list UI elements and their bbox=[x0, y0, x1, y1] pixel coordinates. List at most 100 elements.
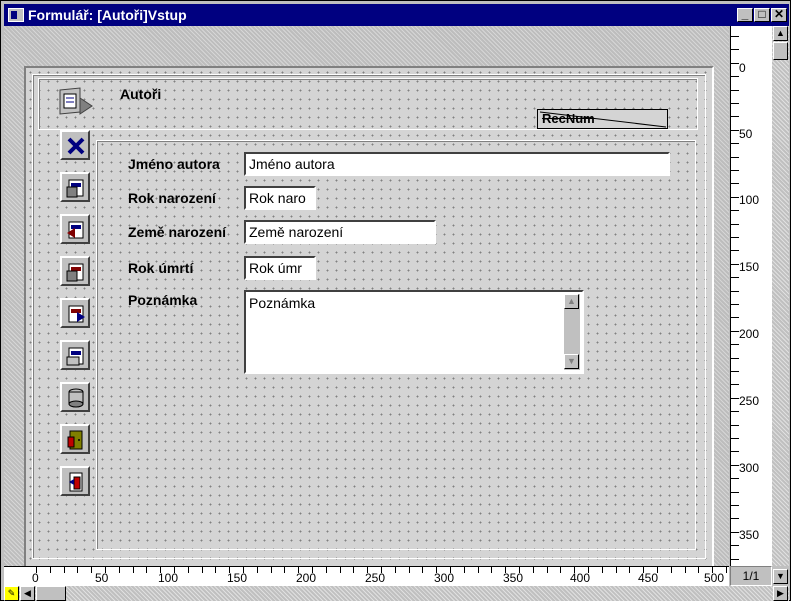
hruler-label: 400 bbox=[570, 571, 591, 585]
ruler-tick bbox=[712, 567, 714, 573]
system-menu-icon[interactable] bbox=[8, 8, 24, 22]
ruler-tick bbox=[201, 567, 203, 573]
vruler-label: 200 bbox=[739, 327, 760, 341]
ruler-tick bbox=[731, 518, 739, 520]
ruler-tick bbox=[698, 567, 700, 573]
ruler-tick bbox=[731, 170, 739, 171]
ruler-tick bbox=[731, 156, 739, 158]
ruler-tick bbox=[615, 567, 617, 573]
input-jmeno-autora[interactable]: Jméno autora bbox=[244, 152, 670, 176]
save-record-button[interactable] bbox=[60, 382, 90, 412]
scroll-up-arrow-icon[interactable]: ▲ bbox=[773, 26, 788, 41]
ruler-tick bbox=[731, 76, 739, 78]
minimize-button[interactable]: _ bbox=[737, 8, 753, 22]
ruler-tick bbox=[463, 567, 465, 573]
ruler-tick bbox=[731, 62, 739, 64]
ruler-tick bbox=[731, 545, 739, 547]
ruler-tick bbox=[367, 567, 369, 573]
delete-record-button[interactable] bbox=[60, 130, 90, 160]
ruler-tick bbox=[731, 330, 739, 332]
ruler-tick bbox=[731, 36, 739, 37]
horizontal-scrollbar[interactable]: ✎ ◀ ▶ bbox=[4, 586, 789, 601]
hruler-label: 50 bbox=[95, 571, 109, 585]
hruler-label: 200 bbox=[296, 571, 317, 585]
last-record-button[interactable] bbox=[60, 298, 90, 328]
ruler-tick bbox=[731, 237, 739, 238]
textarea-poznamka-text: Poznámka bbox=[249, 295, 316, 311]
next-record-button[interactable] bbox=[60, 256, 90, 286]
form-design-surface[interactable]: Autoři RecNum Jméno autora Jméno autora … bbox=[24, 66, 714, 571]
form-header-title: Autoři bbox=[120, 86, 162, 102]
window-title: Formulář: [Autoři]Vstup bbox=[28, 7, 187, 23]
ruler-tick bbox=[381, 567, 382, 573]
scroll-left-arrow-icon[interactable]: ◀ bbox=[20, 586, 35, 601]
ruler-tick bbox=[215, 567, 217, 573]
ruler-tick bbox=[174, 567, 175, 573]
scroll-down-icon[interactable]: ▼ bbox=[564, 354, 579, 369]
ruler-tick bbox=[731, 277, 739, 279]
input-rok-narozeni[interactable]: Rok naro bbox=[244, 186, 316, 210]
ruler-tick bbox=[505, 567, 507, 573]
ruler-tick bbox=[731, 451, 739, 453]
ruler-tick bbox=[731, 183, 739, 185]
ruler-tick bbox=[519, 567, 520, 573]
ruler-tick bbox=[160, 567, 162, 573]
new-record-button[interactable] bbox=[60, 340, 90, 370]
hruler-label: 250 bbox=[365, 571, 386, 585]
exit-button[interactable] bbox=[60, 424, 90, 454]
ruler-tick bbox=[731, 290, 739, 292]
ruler-tick bbox=[436, 567, 438, 573]
vertical-ruler: 0 50 100 150 200 250 300 350 bbox=[730, 26, 772, 566]
ruler-tick bbox=[731, 304, 739, 305]
vertical-scroll-thumb[interactable] bbox=[773, 42, 788, 60]
vruler-label: 50 bbox=[739, 127, 753, 141]
ruler-tick bbox=[339, 567, 341, 573]
hruler-label: 300 bbox=[434, 571, 455, 585]
maximize-button[interactable]: □ bbox=[754, 8, 770, 22]
horizontal-ruler: 0 50 100 150 200 250 300 350 400 450 500 bbox=[4, 566, 729, 586]
scroll-down-arrow-icon[interactable]: ▼ bbox=[773, 569, 788, 584]
horizontal-scroll-thumb[interactable] bbox=[36, 586, 66, 601]
ruler-tick bbox=[394, 567, 396, 573]
ruler-tick bbox=[657, 567, 658, 573]
field-label-zeme-narozeni: Země narození bbox=[128, 224, 227, 240]
input-rok-umrti[interactable]: Rok úmr bbox=[244, 256, 316, 280]
first-record-button[interactable] bbox=[60, 172, 90, 202]
ruler-tick bbox=[731, 210, 739, 212]
form-window: Formulář: [Autoři]Vstup _ □ ✕ Autoři Rec… bbox=[0, 0, 791, 601]
vertical-scrollbar[interactable]: ▲ bbox=[772, 26, 789, 566]
ruler-tick bbox=[643, 567, 645, 573]
field-label-rok-narozeni: Rok narození bbox=[128, 190, 216, 206]
pencil-icon[interactable]: ✎ bbox=[4, 586, 19, 601]
ruler-tick bbox=[731, 196, 739, 198]
ruler-tick bbox=[684, 567, 686, 573]
ruler-tick bbox=[731, 250, 739, 252]
ruler-tick bbox=[491, 567, 493, 573]
input-zeme-narozeni[interactable]: Země narození bbox=[244, 220, 436, 244]
close-form-button[interactable] bbox=[60, 466, 90, 496]
scroll-up-icon[interactable]: ▲ bbox=[564, 294, 579, 309]
ruler-tick bbox=[731, 49, 739, 51]
ruler-tick bbox=[229, 567, 231, 573]
textarea-poznamka[interactable]: Poznámka ▲ ▼ bbox=[244, 290, 584, 374]
recnum-control[interactable]: RecNum bbox=[537, 109, 668, 129]
ruler-tick bbox=[36, 567, 37, 573]
vruler-label: 0 bbox=[739, 61, 746, 75]
vruler-label: 300 bbox=[739, 461, 760, 475]
title-bar[interactable]: Formulář: [Autoři]Vstup _ □ ✕ bbox=[4, 4, 789, 26]
previous-record-button[interactable] bbox=[60, 214, 90, 244]
design-workspace: Autoři RecNum Jméno autora Jméno autora … bbox=[4, 26, 729, 571]
ruler-tick bbox=[256, 567, 258, 573]
ruler-tick bbox=[731, 143, 739, 145]
ruler-tick bbox=[731, 371, 739, 372]
ruler-tick bbox=[731, 505, 739, 506]
scroll-right-arrow-icon[interactable]: ▶ bbox=[773, 586, 788, 601]
ruler-tick bbox=[187, 567, 189, 573]
ruler-tick bbox=[726, 567, 727, 573]
ruler-tick bbox=[353, 567, 355, 573]
field-label-poznamka: Poznámka bbox=[128, 292, 198, 308]
form-header-icon bbox=[58, 86, 94, 120]
textarea-scrollbar[interactable]: ▲ ▼ bbox=[564, 294, 580, 370]
close-button[interactable]: ✕ bbox=[771, 8, 787, 22]
ruler-tick bbox=[731, 558, 739, 560]
